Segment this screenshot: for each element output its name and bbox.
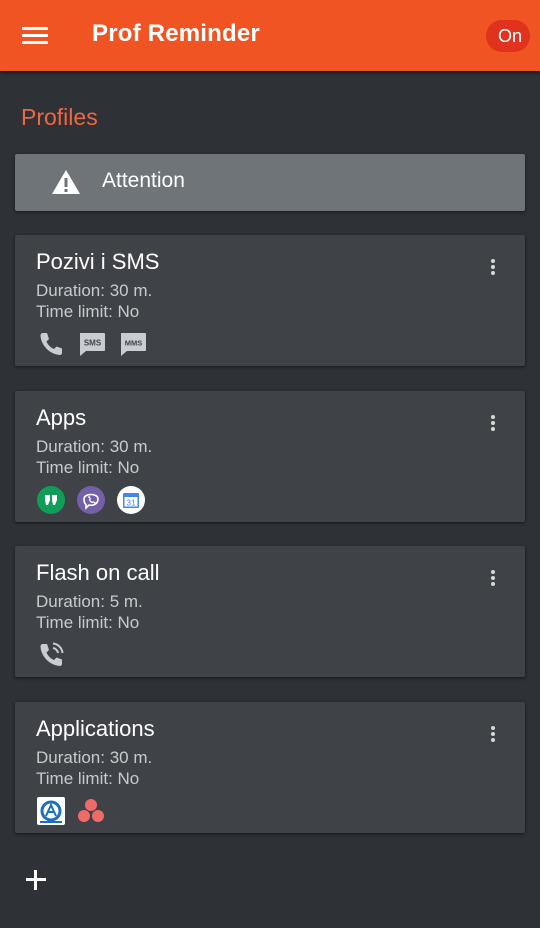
profile-time-limit: Time limit: No	[36, 458, 140, 477]
svg-text:31: 31	[127, 498, 136, 507]
more-options-icon[interactable]	[487, 568, 499, 588]
hangouts-icon	[37, 486, 65, 514]
svg-text:MMS: MMS	[125, 339, 143, 348]
profile-time-limit: Time limit: No	[36, 769, 140, 788]
profile-duration: Duration: 30 m.	[36, 281, 153, 300]
profile-card[interactable]: Apps Duration: 30 m. Time limit: No 31	[15, 391, 525, 522]
phone-icon	[40, 333, 62, 355]
more-options-icon[interactable]	[487, 724, 499, 744]
profile-title: Applications	[36, 716, 155, 741]
profile-duration: Duration: 30 m.	[36, 748, 153, 767]
more-options-icon[interactable]	[487, 413, 499, 433]
profile-title: Pozivi i SMS	[36, 249, 160, 274]
more-options-icon[interactable]	[487, 257, 499, 277]
enable-toggle[interactable]: On	[486, 20, 530, 52]
attention-label: Attention	[102, 169, 185, 192]
profile-duration: Duration: 30 m.	[36, 437, 153, 456]
warning-icon	[52, 170, 80, 194]
svg-text:SMS: SMS	[84, 339, 102, 348]
phone-in-talk-icon	[40, 642, 64, 666]
profile-card[interactable]: Flash on call Duration: 5 m. Time limit:…	[15, 546, 525, 677]
app-title: Prof Reminder	[92, 20, 260, 47]
asana-icon	[78, 799, 104, 822]
profile-time-limit: Time limit: No	[36, 613, 140, 632]
profile-title: Flash on call	[36, 560, 160, 585]
calendar-icon: 31	[117, 486, 145, 514]
viber-icon	[77, 486, 105, 514]
a-app-icon	[37, 797, 65, 825]
mms-icon: MMS	[121, 333, 146, 356]
add-profile-button[interactable]	[24, 868, 48, 892]
profile-title: Apps	[36, 405, 87, 430]
app-bar: Prof Reminder On	[0, 0, 540, 71]
menu-icon[interactable]	[22, 24, 48, 46]
profile-duration: Duration: 5 m.	[36, 592, 143, 611]
toggle-label: On	[498, 26, 523, 46]
profile-card[interactable]: Applications Duration: 30 m. Time limit:…	[15, 702, 525, 833]
section-title: Profiles	[21, 104, 98, 130]
sms-icon: SMS	[80, 333, 105, 356]
profile-time-limit: Time limit: No	[36, 302, 140, 321]
profile-card[interactable]: Pozivi i SMS Duration: 30 m. Time limit:…	[15, 235, 525, 366]
attention-banner[interactable]: Attention	[15, 154, 525, 211]
